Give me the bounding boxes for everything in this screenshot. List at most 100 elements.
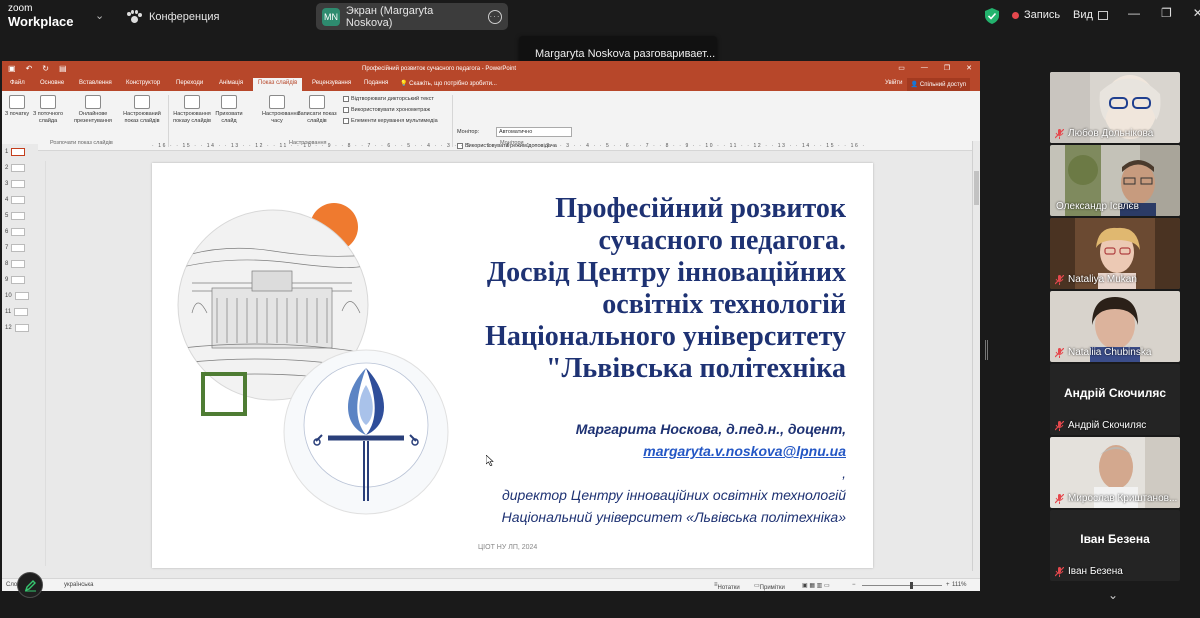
participant-tile[interactable]: Іван Безена Іван Безена	[1050, 510, 1180, 581]
participant-tile[interactable]: Nataliya Mukan	[1050, 218, 1180, 289]
tab-review[interactable]: Рецензування	[312, 80, 351, 86]
tab-transitions[interactable]: Переходи	[176, 80, 203, 86]
tab-slideshow[interactable]: Показ слайдів	[253, 78, 303, 91]
participant-name-text: Мирослав Криштанов...	[1068, 493, 1178, 504]
minimize-icon[interactable]: —	[1128, 6, 1140, 20]
zoom-out-icon[interactable]: −	[852, 582, 856, 588]
ppt-minimize-icon[interactable]: —	[921, 64, 928, 72]
thumb-preview	[11, 276, 26, 284]
rehearse-timings-button[interactable]: Настроювання часу	[262, 95, 300, 124]
zoom-workplace-logo[interactable]: zoom Workplace	[8, 4, 74, 29]
hide-slide-label: Приховати слайд	[215, 111, 243, 124]
share-button[interactable]: 👤 Спільний доступ	[906, 78, 970, 91]
slide-thumb[interactable]: 3	[5, 180, 26, 188]
checkbox-icon	[343, 107, 349, 113]
slide-thumb[interactable]: 2	[5, 164, 26, 172]
participant-tile[interactable]: Любов Дольнікова	[1050, 72, 1180, 143]
ppt-restore-icon[interactable]: ❐	[944, 64, 950, 72]
tab-insert[interactable]: Вставлення	[79, 80, 112, 86]
from-start-button[interactable]: З початку	[4, 95, 30, 118]
restore-icon[interactable]: ❐	[1161, 6, 1172, 20]
chevron-down-icon[interactable]: ⌄	[95, 9, 104, 22]
tab-design[interactable]: Конструктор	[126, 80, 160, 86]
present-icon[interactable]: ▤	[59, 64, 67, 73]
slide-thumb[interactable]: 6	[5, 228, 26, 236]
notes-button[interactable]: ≡ Нотатки	[714, 582, 740, 591]
participant-tile[interactable]: Андрій Скочиляс Андрій Скочиляс	[1050, 364, 1180, 435]
view-button[interactable]: Вид	[1073, 9, 1108, 21]
screen-share-pill[interactable]: MN Экран (Margaryta Noskova) ···	[316, 3, 508, 30]
zoom-slider[interactable]	[862, 582, 942, 589]
panel-resize-handle[interactable]	[985, 340, 988, 360]
monitor-select[interactable]: Автоматично	[496, 127, 572, 137]
hide-slide-button[interactable]: Приховати слайд	[214, 95, 244, 124]
zoom-in-icon[interactable]: +	[946, 582, 950, 588]
sign-in-link[interactable]: Увійти	[885, 80, 902, 86]
timings-checkbox[interactable]: Використовувати хронометраж	[343, 107, 430, 113]
participant-name: Nataliya Mukan	[1055, 274, 1137, 285]
slide-thumb-number: 2	[5, 165, 9, 171]
zoom-slider-thumb[interactable]	[910, 582, 913, 589]
from-current-button[interactable]: З поточного слайда	[30, 95, 66, 124]
ppt-close-icon[interactable]: ✕	[966, 64, 972, 72]
slide-canvas[interactable]: Професійний розвиток сучасного педагога.…	[152, 163, 873, 568]
slide-thumb[interactable]: 4	[5, 196, 26, 204]
narration-label: Відтворювати дикторський текст	[351, 96, 434, 102]
tab-animations[interactable]: Анімація	[219, 80, 243, 86]
tell-me-box[interactable]: 💡 Скажіть, що потрібно зробити...	[400, 80, 497, 87]
slide-thumb[interactable]: 9	[5, 276, 26, 284]
slide-thumb-number: 6	[5, 229, 9, 235]
slide-thumb[interactable]: 10	[5, 292, 29, 300]
annotate-pen-button[interactable]	[17, 572, 43, 598]
more-options-icon[interactable]: ···	[488, 9, 502, 24]
online-present-button[interactable]: Онлайнове презентування	[70, 95, 116, 124]
media-controls-checkbox[interactable]: Елементи керування мультимедіа	[343, 118, 438, 124]
brand-line2: Workplace	[8, 14, 74, 29]
slide-thumb[interactable]: 7	[5, 244, 26, 252]
tab-home[interactable]: Основне	[40, 80, 64, 86]
participant-name-text: Nataliya Mukan	[1068, 274, 1137, 285]
record-show-button[interactable]: Записати показ слайдів	[294, 95, 340, 124]
narration-checkbox[interactable]: Відтворювати дикторський текст	[343, 96, 434, 102]
setup-show-button[interactable]: Настроювання показу слайдів	[169, 95, 215, 124]
title-line: Професійний розвиток	[555, 193, 846, 224]
slide-thumb-number: 5	[5, 213, 9, 219]
save-icon[interactable]: ▣	[8, 64, 16, 73]
slide-thumb[interactable]: 11	[5, 308, 29, 316]
slide-thumb[interactable]: 12	[5, 324, 29, 332]
shield-icon[interactable]	[985, 8, 999, 24]
participant-tile[interactable]: Мирослав Криштанов...	[1050, 437, 1180, 508]
slide-thumb[interactable]: 5	[5, 212, 26, 220]
status-language[interactable]: українська	[64, 582, 94, 588]
meeting-info-button[interactable]: Конференция	[126, 7, 219, 27]
participant-tile[interactable]: Олександр Ісвлєв	[1050, 145, 1180, 216]
online-label: Онлайнове презентування	[74, 111, 112, 124]
scroll-thumb[interactable]	[974, 171, 979, 205]
participant-tile[interactable]: Nataliia Chubinska	[1050, 291, 1180, 362]
redo-icon[interactable]: ↻	[42, 64, 49, 73]
vertical-scrollbar[interactable]	[972, 141, 980, 571]
ppt-ribbon-toggle-icon[interactable]: ▭	[898, 64, 905, 72]
ppt-status-bar: Сло українська ≡ Нотатки ▭ Примітки ▣ ▦ …	[2, 578, 980, 591]
timer-icon	[269, 95, 285, 109]
vertical-ruler	[40, 161, 46, 566]
participant-name: Олександр Ісвлєв	[1056, 201, 1139, 212]
participant-name-text: Олександр Ісвлєв	[1056, 201, 1139, 212]
group-start-slideshow: Розпочати показ слайдів	[50, 140, 113, 146]
tab-view[interactable]: Подання	[364, 80, 388, 86]
view-mode-icons[interactable]: ▣ ▦ ▥ ▭	[802, 582, 830, 589]
close-icon[interactable]: ✕	[1193, 6, 1200, 20]
ppt-window-title: Професійний розвиток сучасного педагога …	[362, 66, 517, 72]
chevron-down-icon[interactable]: ⌄	[1108, 588, 1118, 602]
record-label: Запись	[1024, 9, 1061, 21]
thumb-preview	[11, 148, 26, 156]
slide-thumb[interactable]: 1	[5, 148, 26, 156]
zoom-level[interactable]: 111%	[952, 582, 966, 588]
comments-button[interactable]: ▭ Примітки	[754, 582, 785, 591]
record-indicator[interactable]: Запись	[1012, 9, 1060, 21]
tab-file[interactable]: Файл	[10, 80, 25, 86]
custom-show-button[interactable]: Настроюваний показ слайдів	[118, 95, 166, 124]
slide-footer: ЦІОТ НУ ЛП, 2024	[478, 544, 538, 551]
undo-icon[interactable]: ↶	[26, 64, 33, 73]
slide-thumb[interactable]: 8	[5, 260, 26, 268]
